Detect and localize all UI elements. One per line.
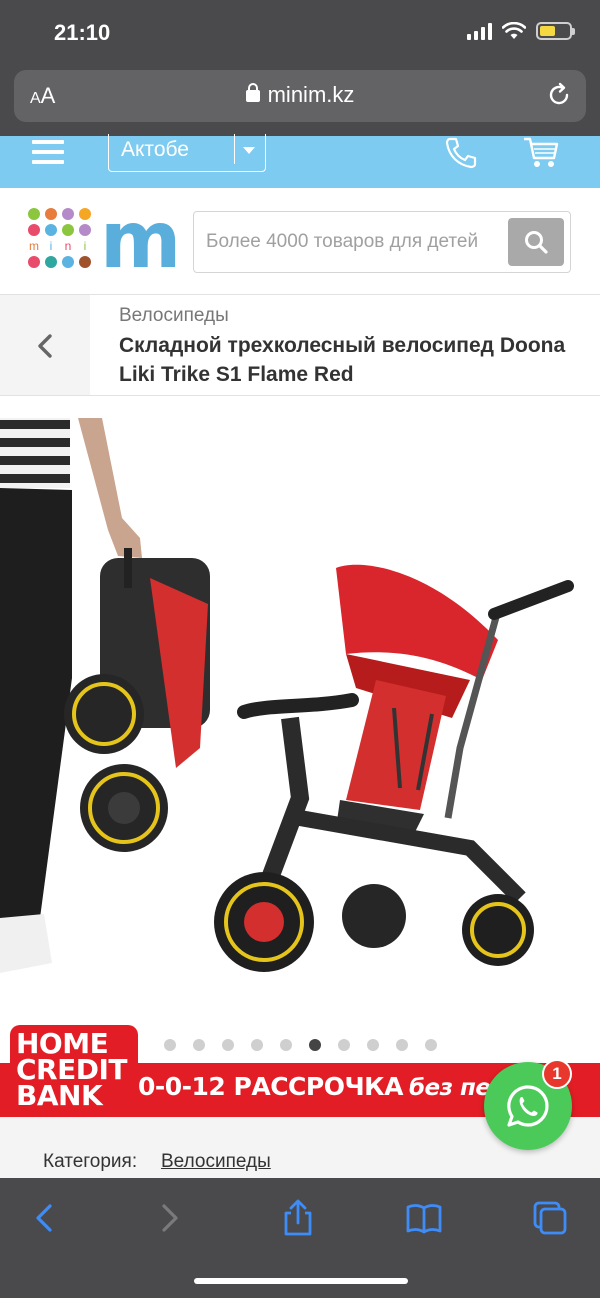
- breadcrumb-category[interactable]: Велосипеды: [119, 305, 229, 327]
- status-icons: [467, 22, 575, 40]
- bookmarks-icon[interactable]: [404, 1198, 444, 1238]
- logo-dots: mini: [28, 208, 91, 268]
- page-title: Складной трехколесный велосипед Doona Li…: [119, 334, 566, 386]
- city-value: Актобе: [121, 138, 189, 161]
- battery-icon: [536, 22, 575, 40]
- logo-letter: m: [100, 196, 181, 286]
- forward-icon[interactable]: [150, 1198, 190, 1238]
- red-trike: [214, 564, 574, 972]
- browser-chrome: 21:10 AA minim.kz: [0, 0, 600, 136]
- search-box: [193, 211, 571, 273]
- lock-icon: [245, 83, 260, 102]
- chevron-left-icon: [38, 334, 52, 358]
- site-logo[interactable]: mini m: [28, 196, 181, 286]
- share-icon[interactable]: [278, 1198, 318, 1238]
- product-gallery[interactable]: [0, 418, 600, 1058]
- breadcrumb: Велосипеды Складной трехколесный велосип…: [0, 294, 600, 396]
- back-icon[interactable]: [24, 1198, 64, 1238]
- home-indicator: [194, 1278, 408, 1284]
- category-label: Категория:: [43, 1151, 138, 1172]
- home-credit-logo: HOME CREDIT BANK: [10, 1025, 138, 1117]
- category-link[interactable]: Велосипеды: [161, 1151, 271, 1173]
- search-button[interactable]: [508, 218, 564, 266]
- folded-trike: [64, 548, 210, 852]
- chevron-down-icon: [243, 147, 255, 154]
- city-select[interactable]: Актобе: [108, 134, 266, 172]
- reload-icon[interactable]: [546, 82, 572, 108]
- cart-icon[interactable]: [522, 136, 560, 170]
- status-time: 21:10: [54, 20, 111, 45]
- product-image: [0, 418, 574, 973]
- person-shirt: [0, 418, 70, 488]
- search-input[interactable]: [206, 212, 502, 272]
- whatsapp-badge: 1: [542, 1059, 572, 1089]
- whatsapp-icon: [507, 1085, 549, 1127]
- phone-icon[interactable]: [444, 136, 480, 170]
- address-bar[interactable]: AA minim.kz: [14, 70, 586, 122]
- url-domain: minim.kz: [267, 82, 355, 107]
- back-button[interactable]: [0, 295, 90, 395]
- signal-icon: [467, 22, 492, 40]
- wifi-icon: [502, 22, 526, 39]
- search-icon: [525, 231, 548, 254]
- site-top-nav: Актобе: [0, 134, 600, 188]
- tabs-icon[interactable]: [530, 1198, 570, 1238]
- menu-icon[interactable]: [32, 140, 64, 166]
- url-display[interactable]: minim.kz: [14, 82, 586, 108]
